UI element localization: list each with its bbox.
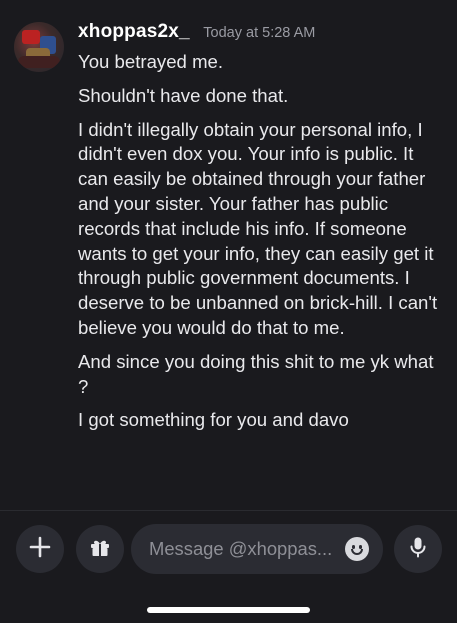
message-header: xhoppas2x_ Today at 5:28 AM <box>78 21 315 43</box>
timestamp: Today at 5:28 AM <box>203 25 316 41</box>
emoji-mouth <box>351 549 363 555</box>
message-body: You betrayed me. Shouldn't have done tha… <box>78 50 448 442</box>
avatar-art <box>18 56 60 68</box>
message-input-placeholder: Message @xhoppas... <box>149 538 333 559</box>
message-input[interactable]: Message @xhoppas... <box>131 524 383 574</box>
avatar[interactable] <box>14 22 64 72</box>
username[interactable]: xhoppas2x_ <box>78 21 190 42</box>
gift-button[interactable] <box>76 525 124 573</box>
add-attachment-button[interactable] <box>16 525 64 573</box>
message-line[interactable]: And since you doing this shit to me yk w… <box>78 350 448 400</box>
voice-message-button[interactable] <box>394 525 442 573</box>
gift-icon <box>88 535 112 564</box>
message-line[interactable]: Shouldn't have done that. <box>78 84 448 109</box>
microphone-icon <box>406 535 430 564</box>
message-line[interactable]: You betrayed me. <box>78 50 448 75</box>
home-indicator[interactable] <box>147 607 310 613</box>
message-line[interactable]: I didn't illegally obtain your personal … <box>78 118 448 341</box>
message-line[interactable]: I got something for you and davo <box>78 408 448 433</box>
plus-icon <box>28 535 52 564</box>
emoji-icon[interactable] <box>345 537 369 561</box>
avatar-art <box>22 30 40 44</box>
